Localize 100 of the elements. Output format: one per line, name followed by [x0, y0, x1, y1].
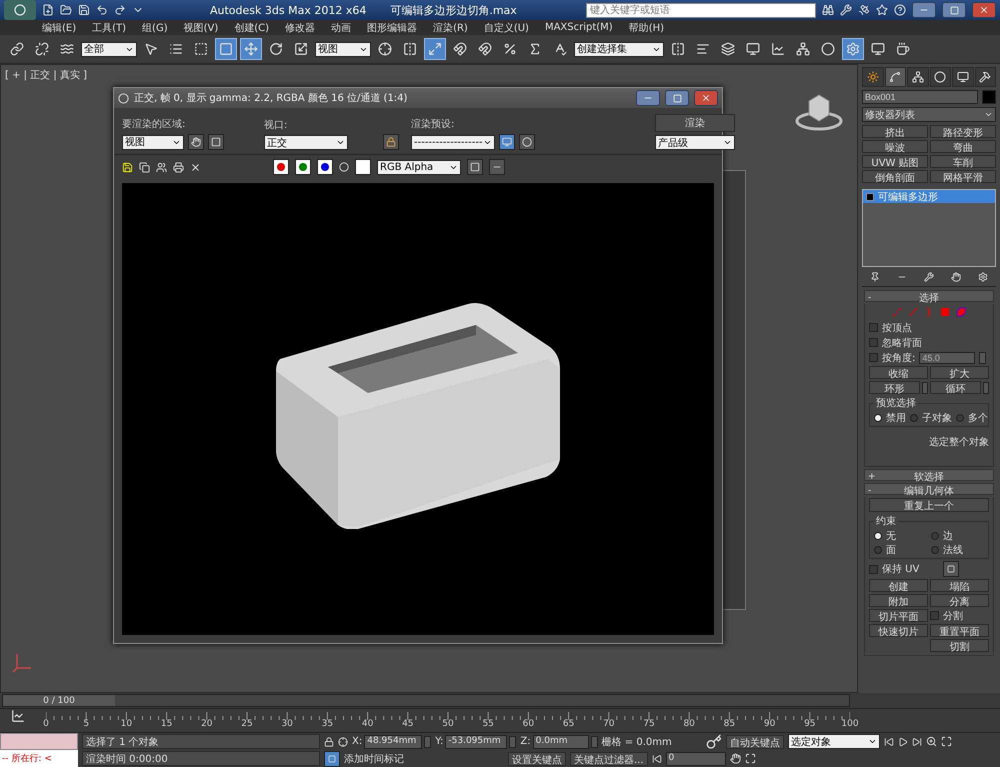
- checkbox-box[interactable]: [869, 338, 878, 347]
- radio-circle[interactable]: [931, 532, 939, 540]
- new-file-icon[interactable]: [42, 4, 54, 16]
- key-filters-button[interactable]: 关键点过滤器...: [570, 752, 648, 766]
- quality-dropdown[interactable]: 产品级: [655, 135, 735, 150]
- modifier-button[interactable]: 倒角剖面: [862, 170, 928, 183]
- configure-icon[interactable]: [978, 272, 988, 282]
- satellite-icon[interactable]: [858, 4, 870, 16]
- radio-button[interactable]: 多个: [956, 411, 988, 424]
- modifier-button[interactable]: 噪波: [862, 140, 928, 153]
- time-tag-button[interactable]: [324, 750, 340, 766]
- set-key-button[interactable]: 设置关键点: [508, 752, 566, 766]
- panel-tab[interactable]: [862, 67, 884, 87]
- cut-button[interactable]: 切割: [930, 639, 989, 652]
- wrench-icon[interactable]: [924, 272, 934, 282]
- modifier-button[interactable]: 车削: [930, 155, 996, 168]
- close-button[interactable]: [694, 90, 718, 106]
- quick-slice-button[interactable]: 快速切片: [869, 624, 928, 637]
- menu-item[interactable]: 工具(T): [92, 20, 126, 34]
- dropdown[interactable]: 全部: [81, 42, 137, 56]
- panel-tab[interactable]: [952, 67, 974, 87]
- minimize-button[interactable]: [636, 90, 660, 106]
- display-dropdown[interactable]: RGB Alpha: [377, 160, 461, 174]
- overlay-button[interactable]: [467, 159, 483, 175]
- radio-circle[interactable]: [931, 546, 939, 554]
- radio-button[interactable]: 子对象: [910, 411, 952, 424]
- channel-toggle[interactable]: [317, 159, 333, 175]
- channel-toggle[interactable]: [295, 159, 311, 175]
- slice-plane-button[interactable]: 切片平面: [869, 609, 928, 622]
- coordinate-field[interactable]: 48.954mm: [364, 734, 422, 748]
- render-button[interactable]: 渲染: [655, 114, 735, 132]
- lock-button[interactable]: [383, 134, 399, 150]
- menu-item[interactable]: 动画: [331, 20, 352, 34]
- menu-item[interactable]: 修改器: [285, 20, 316, 34]
- ring-loop-button[interactable]: 环形: [869, 381, 920, 394]
- panel-tab[interactable]: [907, 67, 928, 87]
- menu-item[interactable]: 渲染(R): [433, 20, 468, 34]
- wrench-icon[interactable]: [840, 4, 852, 16]
- auto-region-button[interactable]: [208, 134, 224, 150]
- radio-button[interactable]: 面: [874, 543, 927, 556]
- previous-frame-icon[interactable]: [884, 736, 894, 746]
- time-slider-thumb[interactable]: 0 / 100: [3, 695, 115, 706]
- redo-icon[interactable]: [114, 4, 126, 16]
- rollout-header[interactable]: - 编辑几何体: [864, 483, 994, 495]
- hand-icon[interactable]: [950, 272, 961, 282]
- checkbox[interactable]: 按角度:: [869, 351, 916, 364]
- modifier-list-dropdown[interactable]: 修改器列表: [862, 107, 996, 122]
- pan-icon[interactable]: [730, 753, 741, 764]
- menu-item[interactable]: 自定义(U): [484, 20, 529, 34]
- checkbox[interactable]: 按顶点: [869, 321, 989, 334]
- menu-item[interactable]: 图形编辑器: [367, 20, 418, 34]
- checkbox-box[interactable]: [869, 564, 878, 574]
- rollout-header[interactable]: - 选择: [864, 290, 994, 302]
- channel-toggle[interactable]: [273, 159, 289, 175]
- rollout-header[interactable]: + 软选择: [864, 469, 994, 481]
- coordinate-field[interactable]: 0.0mm: [532, 734, 589, 748]
- undo-icon[interactable]: [96, 4, 108, 16]
- radio-button[interactable]: 禁用: [874, 411, 906, 424]
- modifier-button[interactable]: 网格平滑: [930, 170, 996, 183]
- ring-loop-button[interactable]: 循环: [930, 381, 981, 394]
- area-dropdown[interactable]: 视图: [122, 134, 184, 150]
- object-name-field[interactable]: Box001: [862, 90, 978, 104]
- viewport[interactable]: [ + | 正交 | 真实 ] 正交, 帧 0, 显示 gamma: 2.2, RGBA 颜色 16 位/通道 (1:4) 要渲染的区域: 视图 视口: 正交 渲染预设: ------------------- 渲染 产品级 RGB Alpha: [0, 64, 858, 693]
- frame-field[interactable]: 0: [666, 752, 726, 766]
- modifier-button[interactable]: 挤出: [862, 125, 928, 138]
- menu-item[interactable]: 编辑(E): [42, 20, 76, 34]
- checkbox[interactable]: 分割: [930, 609, 989, 622]
- grow-shrink-button[interactable]: 收缩: [869, 366, 928, 379]
- print-icon[interactable]: [173, 162, 184, 172]
- checkbox-box[interactable]: [869, 353, 878, 362]
- radio-circle[interactable]: [874, 546, 882, 554]
- maximize-button[interactable]: [665, 90, 689, 106]
- reset-plane-button[interactable]: 重置平面: [930, 624, 989, 637]
- pin-icon[interactable]: [870, 272, 880, 282]
- panel-tab[interactable]: [884, 67, 906, 87]
- time-slider[interactable]: 0 / 100: [2, 694, 850, 707]
- zoom-extents-icon[interactable]: [940, 736, 952, 747]
- settings-button[interactable]: [943, 561, 960, 577]
- radio-circle[interactable]: [956, 414, 964, 422]
- save-icon[interactable]: [78, 4, 90, 16]
- star-icon[interactable]: [876, 4, 888, 16]
- checkbox[interactable]: 保持 UV: [869, 562, 920, 576]
- app-logo-icon[interactable]: [4, 0, 36, 20]
- modifier-button[interactable]: 弯曲: [930, 140, 996, 153]
- modifier-button[interactable]: 路径变形: [930, 125, 996, 138]
- menu-item[interactable]: 帮助(H): [628, 20, 664, 34]
- key-icon[interactable]: [706, 734, 722, 750]
- render-setup-button[interactable]: [499, 134, 515, 150]
- menu-item[interactable]: 组(G): [142, 20, 168, 34]
- dropdown[interactable]: 创建选择集: [574, 42, 664, 56]
- radio-button[interactable]: 边: [931, 529, 984, 542]
- edit-region-button[interactable]: [188, 134, 204, 150]
- lock-icon[interactable]: [324, 736, 334, 746]
- open-folder-icon[interactable]: [60, 4, 72, 16]
- dropdown[interactable]: 视图: [315, 42, 371, 56]
- geometry-button[interactable]: 塌陷: [930, 579, 989, 592]
- radio-circle[interactable]: [874, 532, 882, 540]
- checkbox[interactable]: 忽略背面: [869, 336, 989, 349]
- help-icon[interactable]: [894, 4, 906, 16]
- modifier-button[interactable]: UVW 贴图: [862, 155, 928, 168]
